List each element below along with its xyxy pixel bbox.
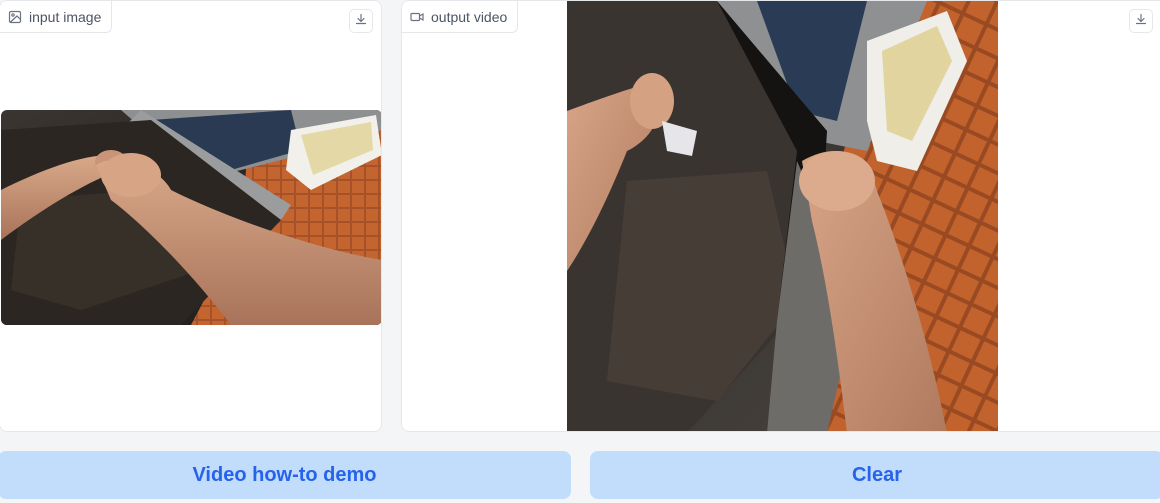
input-image-preview[interactable] (1, 110, 381, 325)
download-icon (355, 12, 367, 30)
image-icon (8, 10, 22, 24)
input-image-content (1, 110, 381, 325)
download-icon (1135, 12, 1147, 30)
video-demo-button[interactable]: Video how-to demo (0, 451, 571, 499)
output-video-label: output video (431, 8, 508, 25)
app-root: input image output video Video how-to de… (0, 0, 1160, 503)
output-download-button[interactable] (1129, 9, 1153, 33)
clear-button[interactable]: Clear (590, 451, 1160, 499)
input-download-button[interactable] (349, 9, 373, 33)
output-video-player[interactable] (567, 1, 998, 431)
output-video-frame (567, 1, 998, 431)
output-video-panel: output video (401, 0, 1160, 432)
input-image-panel: input image (0, 0, 382, 432)
output-video-label-chip: output video (402, 1, 519, 33)
input-image-label: input image (29, 8, 102, 25)
video-icon (410, 10, 424, 24)
input-image-label-chip: input image (0, 1, 113, 33)
